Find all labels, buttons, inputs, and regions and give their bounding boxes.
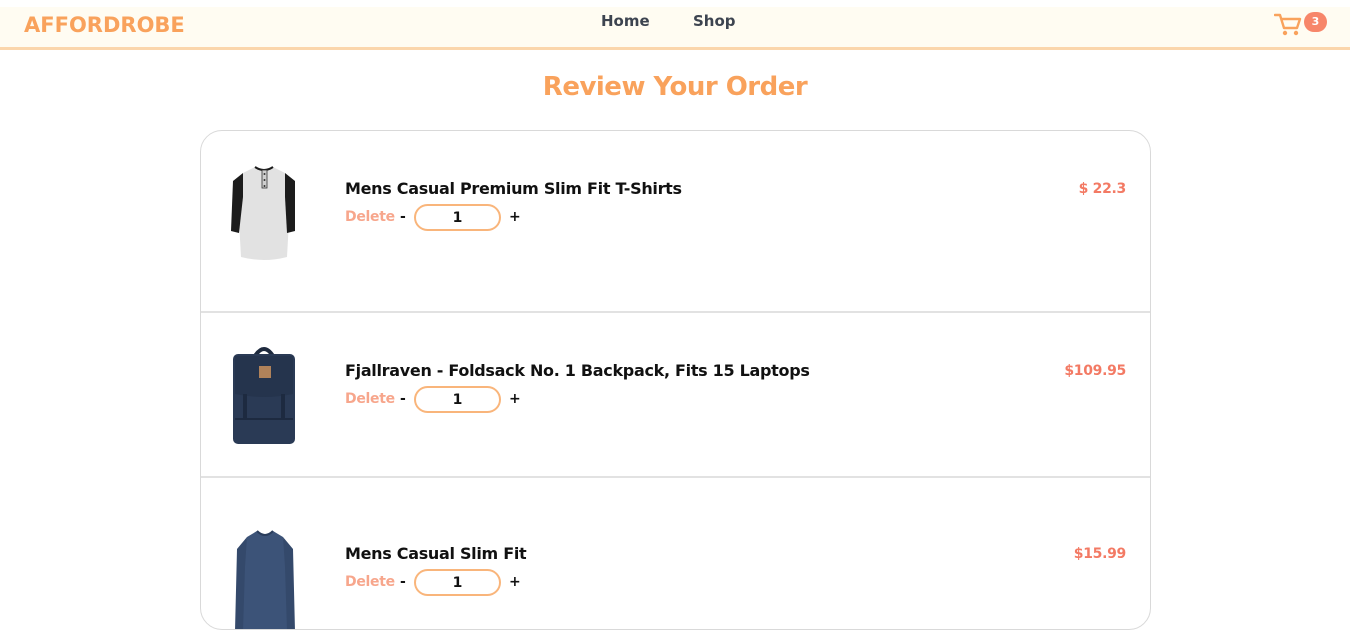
brand-logo[interactable]: AFFORDROBE bbox=[24, 13, 185, 37]
product-name[interactable]: Mens Casual Slim Fit bbox=[345, 544, 527, 563]
product-price: $ 22.3 bbox=[1078, 181, 1127, 197]
product-image-tshirt bbox=[229, 161, 299, 261]
nav-shop-link[interactable]: Shop bbox=[693, 12, 736, 30]
product-image-longsleeve bbox=[229, 527, 299, 629]
top-navbar: AFFORDROBE Home Shop 3 bbox=[0, 7, 1350, 50]
order-item: Fjallraven - Foldsack No. 1 Backpack, Fi… bbox=[201, 296, 1150, 478]
decrease-quantity-button[interactable]: - bbox=[400, 574, 406, 590]
decrease-quantity-button[interactable]: - bbox=[400, 209, 406, 225]
order-review-card: Mens Casual Premium Slim Fit T-Shirts $ … bbox=[200, 130, 1151, 630]
quantity-input[interactable] bbox=[414, 386, 501, 413]
increase-quantity-button[interactable]: + bbox=[509, 209, 521, 225]
increase-quantity-button[interactable]: + bbox=[509, 574, 521, 590]
delete-button[interactable]: Delete bbox=[345, 209, 395, 225]
product-price: $15.99 bbox=[1073, 546, 1127, 562]
cart-count-badge: 3 bbox=[1304, 12, 1327, 32]
nav-home-link[interactable]: Home bbox=[601, 12, 650, 30]
product-price: $109.95 bbox=[1064, 363, 1126, 379]
decrease-quantity-button[interactable]: - bbox=[400, 391, 406, 407]
delete-button[interactable]: Delete bbox=[345, 391, 395, 407]
order-item: Mens Casual Premium Slim Fit T-Shirts $ … bbox=[201, 131, 1150, 313]
quantity-input[interactable] bbox=[414, 204, 501, 231]
order-item: Mens Casual Slim Fit $15.99 Delete - + bbox=[201, 479, 1150, 629]
product-name[interactable]: Mens Casual Premium Slim Fit T-Shirts bbox=[345, 179, 682, 198]
page-title: Review Your Order bbox=[542, 72, 808, 102]
increase-quantity-button[interactable]: + bbox=[509, 391, 521, 407]
cart-icon bbox=[1274, 13, 1302, 36]
delete-button[interactable]: Delete bbox=[345, 574, 395, 590]
quantity-input[interactable] bbox=[414, 569, 501, 596]
product-image-backpack bbox=[229, 344, 299, 444]
cart-button[interactable] bbox=[1274, 11, 1304, 37]
product-name[interactable]: Fjallraven - Foldsack No. 1 Backpack, Fi… bbox=[345, 361, 810, 380]
